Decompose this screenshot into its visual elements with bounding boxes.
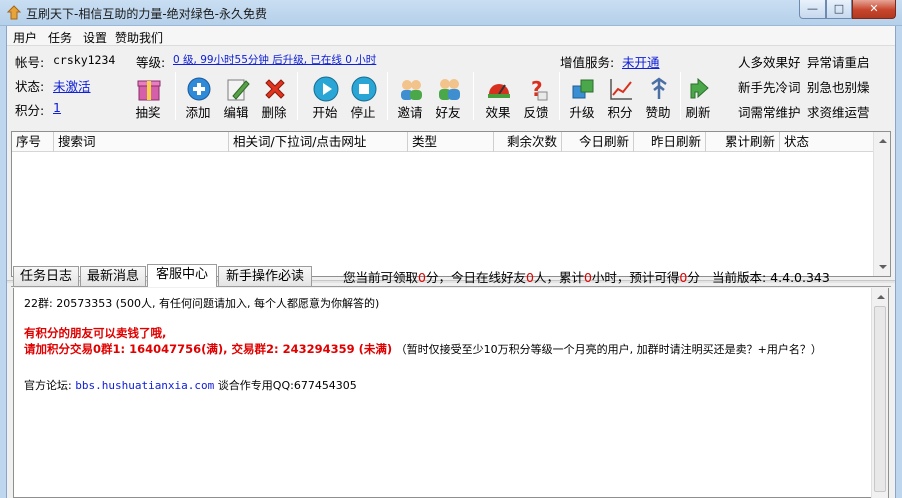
maximize-button[interactable]: □ [826,0,852,19]
level-link[interactable]: 0 级, 99小时55分钟 后升级, 已在线 0 小时 [173,52,376,67]
main-window: 用户 任务 设置 赞助我们 帐号: crsky1234 状态: 未激活 积分: … [6,26,896,498]
menu-sponsor[interactable]: 赞助我们 [115,29,163,46]
feedback-button[interactable]: ? 反馈 [514,76,558,122]
account-label: 帐号: [15,55,45,70]
effect-icon [488,84,510,98]
menu-settings[interactable]: 设置 [83,29,107,46]
tip-text: 异常请重启 [807,55,870,70]
status-text: 您当前可领取 [343,270,419,285]
close-button[interactable]: ✕ [852,0,896,19]
content-scrollbar[interactable] [871,288,888,498]
vas-link[interactable]: 未开通 [622,52,660,71]
points-chart-icon [610,79,632,100]
points-link[interactable]: 1 [53,100,61,115]
trade-group-note: （暂时仅接受至少10万积分等级一个月亮的用户, 加群时请注明买还是卖？+用户名？… [395,343,822,356]
col-yesterday[interactable]: 昨日刷新 [634,132,706,152]
tab-latest-news[interactable]: 最新消息 [80,266,146,286]
claimable-points: 0 [418,270,426,285]
trade-group-numbers: 请加积分交易0群1: 164047756(满), 交易群2: 243294359… [24,342,393,356]
menu-bar: 用户 任务 设置 赞助我们 [7,26,895,46]
scroll-up-icon[interactable] [877,295,885,299]
friends-label: 好友 [435,105,461,120]
status-summary: 您当前可领取0分，今日在线好友0人，累计0小时，预计可得0分 [343,267,700,286]
cooperation-qq: 谈合作专用QQ:677454305 [217,379,357,392]
status-text: 小时，预计可得 [591,270,680,285]
forum-label: 官方论坛: [24,379,72,392]
version-label: 当前版本: 4.4.0.343 [712,270,830,285]
edit-icon [227,79,250,101]
status-label: 状态: [15,79,45,94]
menu-task[interactable]: 任务 [48,29,72,46]
friends-icon [439,79,460,100]
delete-button[interactable]: 删除 [252,76,296,122]
invite-users-icon [401,80,422,100]
points-label: 积分: [15,103,45,118]
menu-user[interactable]: 用户 [13,29,37,46]
scroll-up-icon[interactable] [879,139,887,143]
tip-text: 词需常维护 [738,105,801,120]
feedback-icon: ? [531,77,548,101]
tip-text: 人多效果好 [738,55,801,70]
vas-label: 增值服务: [560,55,615,70]
tip-text: 新手先冷词 [738,80,801,95]
level-label: 等级: [136,55,166,70]
tab-strip-border [11,286,891,287]
refresh-button[interactable]: 刷新 [676,76,720,122]
refresh-label: 刷新 [685,105,711,120]
task-table[interactable]: 序号 搜索词 相关词/下拉词/点击网址 类型 剩余次数 今日刷新 昨日刷新 累计… [11,131,891,277]
online-friends: 0 [525,270,534,285]
status-text: 人，累计 [533,270,584,285]
lottery-box-icon [137,80,161,101]
forum-line: 官方论坛: bbs.hushuatianxia.com 谈合作专用QQ:6774… [24,377,357,393]
lottery-label: 抽奖 [135,105,161,120]
scroll-down-icon[interactable] [879,265,887,269]
table-header: 序号 搜索词 相关词/下拉词/点击网址 类型 剩余次数 今日刷新 昨日刷新 累计… [12,132,874,152]
status-text: 分 [687,270,700,285]
customer-service-panel: 22群: 20573353 (500人, 有任何问题请加入, 每个人都愿意为你解… [13,288,889,498]
col-related-words[interactable]: 相关词/下拉词/点击网址 [229,132,408,152]
col-search-term[interactable]: 搜索词 [54,132,229,152]
status-link[interactable]: 未激活 [53,76,91,95]
tip-text: 求资维运营 [807,105,870,120]
delete-icon [265,79,285,99]
col-remaining[interactable]: 剩余次数 [494,132,562,152]
tab-customer-service[interactable]: 客服中心 [147,264,217,287]
table-scrollbar[interactable] [873,132,890,276]
title-bar: 互刷天下-相信互助的力量-绝对绿色-永久免费 — □ ✕ [0,0,902,26]
tab-beginner-guide[interactable]: 新手操作必读 [218,266,312,286]
trade-group-line: 请加积分交易0群1: 164047756(满), 交易群2: 243294359… [24,341,822,357]
qq-group-line: 22群: 20573353 (500人, 有任何问题请加入, 每个人都愿意为你解… [24,297,380,310]
tip-text: 别急也别燥 [807,80,870,95]
tab-task-log[interactable]: 任务日志 [13,266,79,286]
stop-button[interactable]: 停止 [341,76,385,122]
col-today[interactable]: 今日刷新 [562,132,634,152]
upgrade-icon [572,79,594,99]
col-status[interactable]: 状态 [780,132,874,152]
account-value: crsky1234 [53,53,116,67]
stop-icon [351,76,377,102]
app-logo-icon [6,5,22,20]
scroll-thumb[interactable] [874,306,886,492]
minimize-button[interactable]: — [799,0,826,19]
col-index[interactable]: 序号 [12,132,54,152]
refresh-icon [690,77,709,99]
add-icon [187,77,211,101]
lottery-button[interactable]: 抽奖 [126,76,170,122]
col-total[interactable]: 累计刷新 [706,132,780,152]
total-hours: 0 [583,270,592,285]
points-sell-notice: 有积分的朋友可以卖钱了哦, [24,326,167,340]
window-title: 互刷天下-相信互助的力量-绝对绿色-永久免费 [26,7,267,21]
forum-link[interactable]: bbs.hushuatianxia.com [75,379,214,392]
status-text: 分，今日在线好友 [425,270,526,285]
sponsor-icon [651,77,667,99]
delete-label: 删除 [261,105,287,120]
play-icon [313,76,339,102]
col-type[interactable]: 类型 [408,132,494,152]
friends-button[interactable]: 好友 [426,76,470,122]
